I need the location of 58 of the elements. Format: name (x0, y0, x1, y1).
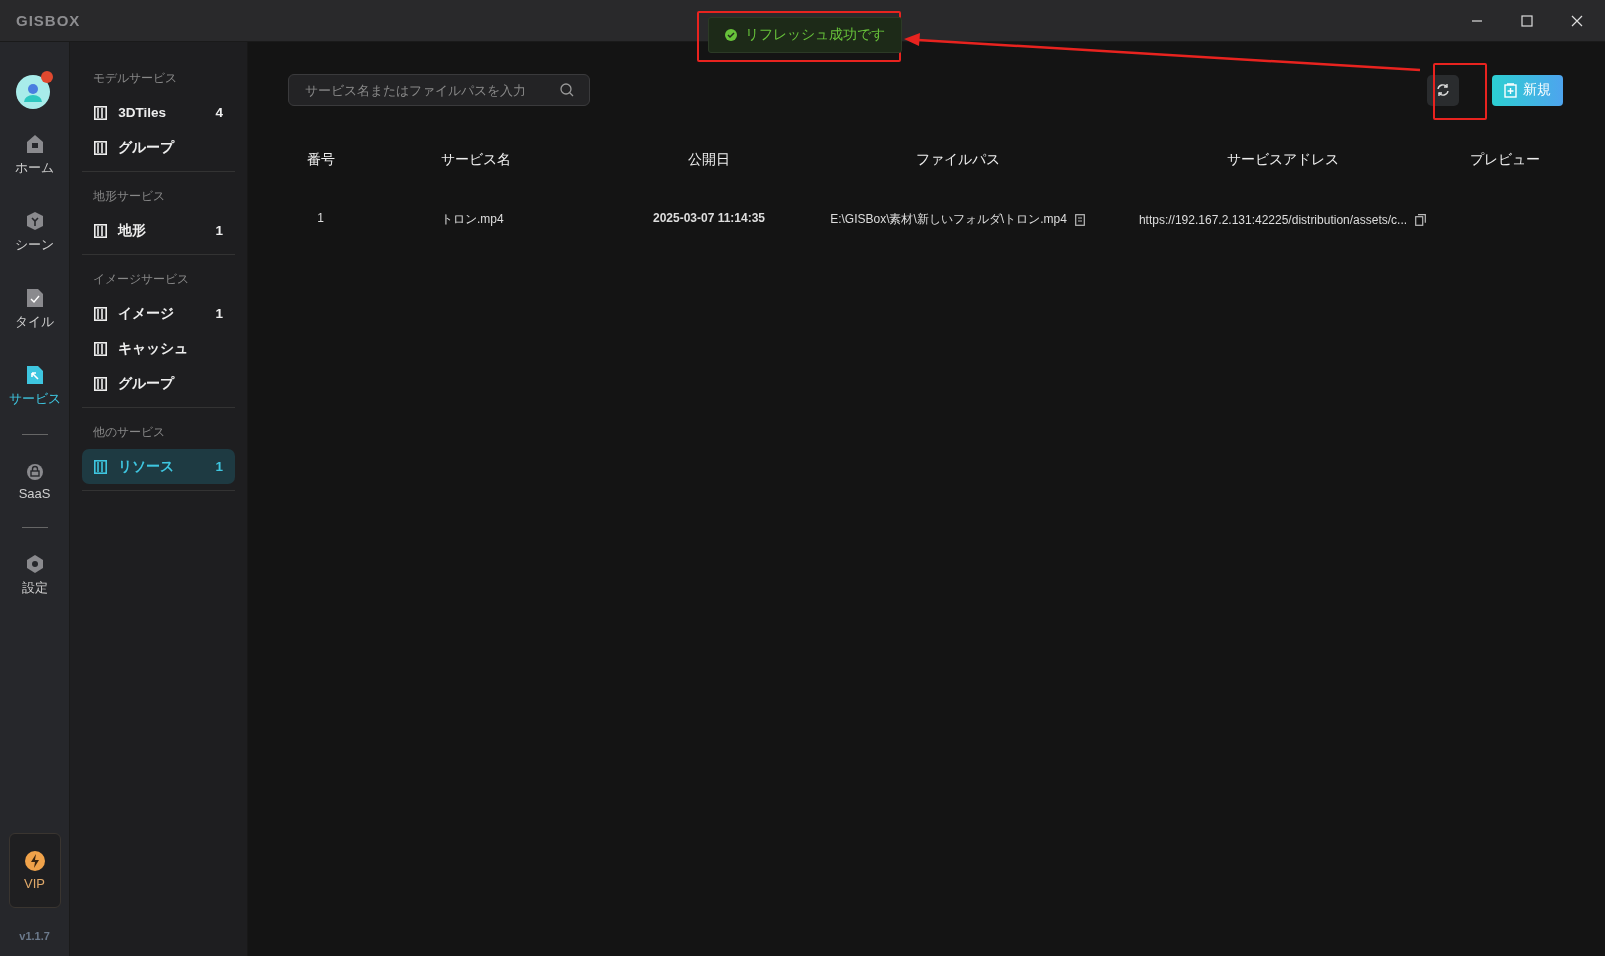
column-header: ファイルパス (914, 151, 1001, 169)
search-field[interactable]: サービス名またはファイルパスを入力 (288, 74, 590, 106)
table-cell: https://192.167.2.131:42225/distribution/assets/c... (1138, 212, 1408, 227)
nav-item[interactable]: 設定 (21, 546, 48, 605)
lock-icon (25, 461, 44, 481)
column-header: サービス名 (440, 151, 512, 169)
layer-icon (94, 341, 108, 356)
table-cell-text: 2025-03-07 11:14:35 (651, 210, 767, 227)
section-title: 他のサービス (92, 424, 167, 441)
column-header: 公開日 (687, 151, 731, 169)
sidebar-item[interactable]: リソース 1 (82, 449, 235, 484)
layer-icon (94, 140, 108, 155)
refresh-icon (1436, 83, 1450, 97)
maximize-icon[interactable] (1521, 14, 1533, 27)
vip-button[interactable]: VIP (8, 833, 61, 908)
layer-icon (94, 376, 108, 391)
sidebar-item[interactable]: グループ (82, 130, 235, 165)
nav-item[interactable]: タイル (15, 280, 55, 339)
check-circle-icon (725, 29, 737, 41)
document-check-icon (25, 288, 44, 308)
sidebar-item[interactable]: グループ (82, 366, 235, 401)
nav-item[interactable]: サービス (8, 357, 61, 416)
layer-icon (94, 105, 108, 120)
cube-icon (25, 211, 44, 231)
table-cell-text: トロン.mp4 (440, 211, 505, 228)
lightning-icon (24, 850, 45, 871)
settings-icon (25, 554, 44, 574)
avatar[interactable] (14, 70, 55, 110)
table-cell: E:\GISBox\素材\新しいフォルダ\トロン.mp4 (830, 211, 1067, 228)
sidebar-item[interactable]: キャッシュ (82, 331, 235, 366)
version-label: v1.1.7 (19, 930, 50, 942)
toast-message: リフレッシュ成功です (708, 17, 902, 53)
layer-icon (94, 459, 108, 474)
nav-item[interactable]: シーン (15, 203, 55, 262)
section-title: 地形サービス (92, 188, 167, 205)
arrow-document-icon (25, 365, 44, 385)
sidebar-item[interactable]: 地形 1 (82, 213, 235, 248)
refresh-button[interactable] (1427, 74, 1459, 106)
sidebar-item[interactable]: イメージ 1 (82, 296, 235, 331)
sidebar-item[interactable]: 3DTiles 4 (82, 95, 235, 130)
highlight-frame (1433, 63, 1487, 120)
app-logo: GISBOX (16, 12, 81, 29)
add-document-icon (1504, 82, 1517, 98)
copy-icon[interactable] (1415, 213, 1427, 226)
section-title: イメージサービス (92, 271, 191, 288)
nav-item[interactable]: ホーム (15, 126, 55, 185)
close-icon[interactable] (1571, 14, 1583, 27)
layer-icon (94, 223, 108, 238)
column-header: プレビュー (1469, 151, 1541, 169)
search-icon (560, 83, 574, 97)
document-icon[interactable] (1074, 213, 1085, 226)
house-icon (25, 134, 44, 154)
column-header: 番号 (305, 151, 336, 169)
nav-item[interactable]: SaaS (18, 453, 51, 509)
layer-icon (94, 306, 108, 321)
table-cell-text: 1 (316, 210, 325, 227)
section-title: モデルサービス (92, 70, 179, 87)
column-header: サービスアドレス (1225, 151, 1340, 169)
